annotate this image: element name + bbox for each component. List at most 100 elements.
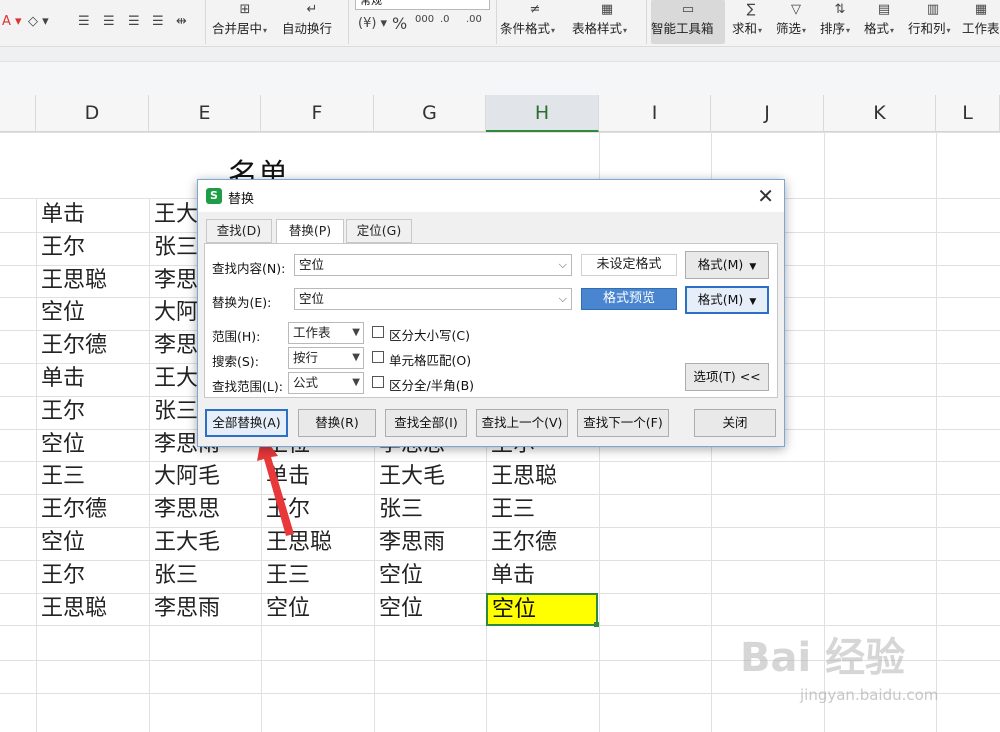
chevron-down-icon: ▼ bbox=[352, 352, 360, 363]
column-header-l[interactable]: L bbox=[936, 95, 1000, 132]
smart-toolbox-button[interactable]: ▭ 智能工具箱 bbox=[651, 0, 725, 44]
close-button[interactable]: 关闭 bbox=[694, 409, 776, 437]
cell-r12-c1[interactable]: 王尔 bbox=[41, 560, 146, 592]
conditional-format-icon: ≠ bbox=[529, 2, 541, 17]
conditional-format-button[interactable]: ≠ 条件格式 bbox=[500, 0, 570, 44]
font-color-icon[interactable]: A ▾ bbox=[2, 14, 22, 29]
cell-r10-c4[interactable]: 张三 bbox=[379, 494, 484, 526]
scope-label: 范围(H): bbox=[212, 329, 261, 344]
tab-find[interactable]: 查找(D) bbox=[206, 219, 272, 243]
fill-handle[interactable] bbox=[594, 622, 599, 627]
selected-cell-h-highlight[interactable]: 空位 bbox=[486, 593, 598, 626]
chevron-down-icon[interactable]: ⌵ bbox=[559, 255, 567, 275]
column-header-j[interactable]: J bbox=[711, 95, 824, 132]
cell-r12-c5[interactable]: 单击 bbox=[491, 560, 596, 592]
cell-r3-c1[interactable]: 王思聪 bbox=[41, 265, 146, 297]
find-prev-button[interactable]: 查找上一个(V) bbox=[476, 409, 568, 437]
scope-select[interactable]: 工作表 ▼ bbox=[288, 322, 364, 344]
cell-r13-c1[interactable]: 王思聪 bbox=[41, 593, 146, 625]
percent-button[interactable]: % bbox=[392, 14, 407, 33]
cell-r10-c5[interactable]: 王三 bbox=[491, 494, 596, 526]
close-icon[interactable]: ✕ bbox=[757, 184, 774, 208]
cell-r1-c1[interactable]: 单击 bbox=[41, 199, 146, 231]
match-case-label: 区分大小写(C) bbox=[389, 328, 470, 343]
chevron-down-icon[interactable]: ⌵ bbox=[559, 289, 567, 309]
cell-r7-c1[interactable]: 王尔 bbox=[41, 396, 146, 428]
cell-r8-c1[interactable]: 空位 bbox=[41, 429, 146, 461]
cell-r5-c1[interactable]: 王尔德 bbox=[41, 330, 146, 362]
replace-input[interactable]: 空位 ⌵ bbox=[294, 288, 572, 310]
cell-r13-c4[interactable]: 空位 bbox=[379, 593, 484, 625]
cell-r13-c2[interactable]: 李思雨 bbox=[154, 593, 259, 625]
find-all-button[interactable]: 查找全部(I) bbox=[385, 409, 467, 437]
find-format-button[interactable]: 格式(M) ▼ bbox=[685, 251, 769, 279]
column-header-h[interactable]: H bbox=[486, 95, 599, 132]
cell-r2-c1[interactable]: 王尔 bbox=[41, 232, 146, 264]
currency-icon[interactable]: (¥) ▾ bbox=[358, 16, 387, 31]
baidu-watermark-url: jingyan.baidu.com bbox=[800, 686, 939, 704]
rows-cols-button[interactable]: ▥ 行和列 bbox=[908, 0, 958, 44]
replace-format-preview: 格式预览 bbox=[581, 288, 677, 310]
align-center-icon[interactable]: ☰ bbox=[103, 14, 115, 29]
replace-format-button[interactable]: 格式(M) ▼ bbox=[685, 286, 769, 314]
tab-replace[interactable]: 替换(P) bbox=[276, 219, 344, 244]
cell-r11-c1[interactable]: 空位 bbox=[41, 527, 146, 559]
column-header-k[interactable]: K bbox=[824, 95, 936, 132]
column-header-i[interactable]: I bbox=[599, 95, 711, 132]
format-button[interactable]: ▤ 格式 bbox=[864, 0, 904, 44]
increase-decimal-icon[interactable]: .0 bbox=[440, 14, 450, 25]
replace-panel: 查找内容(N): 空位 ⌵ 未设定格式 格式(M) ▼ 替换为(E): 空位 ⌵ 格式… bbox=[204, 243, 778, 398]
column-header-d[interactable]: D bbox=[36, 95, 149, 132]
filter-button[interactable]: ▽ 筛选 bbox=[776, 0, 816, 44]
worksheet-button[interactable]: ▦ 工作表 bbox=[962, 0, 1000, 44]
justify-icon[interactable]: ☰ bbox=[152, 14, 164, 29]
cell-r9-c5[interactable]: 王思聪 bbox=[491, 461, 596, 493]
cell-r12-c3[interactable]: 王三 bbox=[266, 560, 371, 592]
cell-r10-c1[interactable]: 王尔德 bbox=[41, 494, 146, 526]
column-header-f[interactable]: F bbox=[261, 95, 374, 132]
match-cell-label: 单元格匹配(O) bbox=[389, 353, 472, 368]
cell-r11-c4[interactable]: 李思雨 bbox=[379, 527, 484, 559]
find-next-button[interactable]: 查找下一个(F) bbox=[577, 409, 669, 437]
clear-format-icon[interactable]: ◇ ▾ bbox=[28, 14, 49, 29]
cell-r12-c4[interactable]: 空位 bbox=[379, 560, 484, 592]
replace-all-button[interactable]: 全部替换(A) bbox=[205, 409, 288, 437]
dialog-title: 替换 bbox=[228, 192, 255, 207]
number-format-select[interactable]: 常规 bbox=[355, 0, 490, 10]
formula-bar[interactable] bbox=[0, 61, 1000, 96]
search-select[interactable]: 按行 ▼ bbox=[288, 347, 364, 369]
sort-button[interactable]: ⇅ 排序 bbox=[820, 0, 860, 44]
cell-r6-c1[interactable]: 单击 bbox=[41, 363, 146, 395]
find-label: 查找内容(N): bbox=[212, 261, 286, 276]
cell-r11-c2[interactable]: 王大毛 bbox=[154, 527, 259, 559]
cell-r9-c1[interactable]: 王三 bbox=[41, 461, 146, 493]
distribute-icon[interactable]: ⇹ bbox=[176, 14, 187, 29]
decrease-decimal-icon[interactable]: .00 bbox=[466, 14, 482, 25]
find-input[interactable]: 空位 ⌵ bbox=[294, 254, 572, 276]
cell-r10-c2[interactable]: 李思思 bbox=[154, 494, 259, 526]
column-header-e[interactable]: E bbox=[149, 95, 261, 132]
match-case-checkbox[interactable] bbox=[372, 326, 384, 338]
sum-button[interactable]: ∑ 求和 bbox=[732, 0, 770, 44]
cell-r9-c2[interactable]: 大阿毛 bbox=[154, 461, 259, 493]
cell-r13-c3[interactable]: 空位 bbox=[266, 593, 371, 625]
lookin-select[interactable]: 公式 ▼ bbox=[288, 372, 364, 394]
options-button[interactable]: 选项(T) << bbox=[685, 363, 769, 391]
match-cell-checkbox[interactable] bbox=[372, 351, 384, 363]
cell-r9-c4[interactable]: 王大毛 bbox=[379, 461, 484, 493]
align-left-icon[interactable]: ☰ bbox=[78, 14, 90, 29]
column-header-g[interactable]: G bbox=[374, 95, 486, 132]
wrap-text-button[interactable]: ↵ 自动换行 bbox=[282, 0, 342, 44]
tab-goto[interactable]: 定位(G) bbox=[346, 219, 412, 243]
replace-button[interactable]: 替换(R) bbox=[298, 409, 376, 437]
merge-center-button[interactable]: ⊞ 合并居中 bbox=[212, 0, 278, 44]
table-style-button[interactable]: ▦ 表格样式 bbox=[572, 0, 642, 44]
cell-r12-c2[interactable]: 张三 bbox=[154, 560, 259, 592]
cell-r4-c1[interactable]: 空位 bbox=[41, 297, 146, 329]
column-header-c[interactable] bbox=[0, 95, 36, 132]
match-width-checkbox[interactable] bbox=[372, 376, 384, 388]
align-right-icon[interactable]: ☰ bbox=[128, 14, 140, 29]
dialog-titlebar[interactable]: S 替换 ✕ bbox=[198, 180, 784, 212]
thousands-button[interactable]: 000 bbox=[415, 14, 434, 25]
cell-r11-c5[interactable]: 王尔德 bbox=[491, 527, 596, 559]
